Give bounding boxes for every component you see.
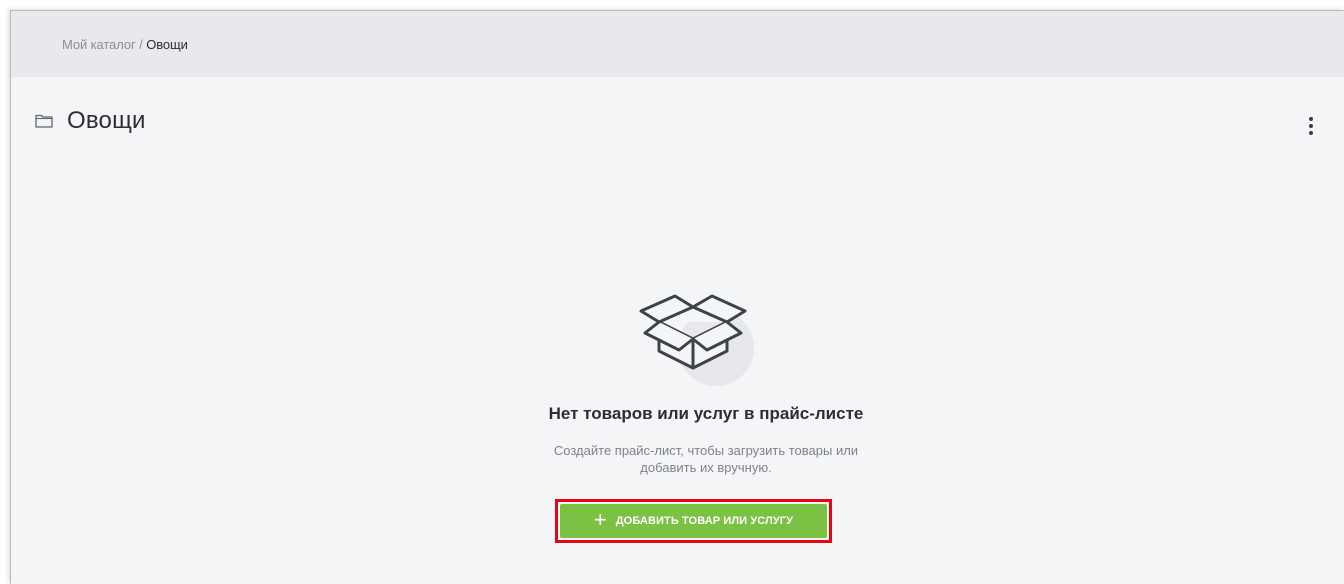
empty-state-description: Создайте прайс-лист, чтобы загрузить тов… [11,442,1344,476]
top-bar: Мой каталог / Овощи [11,11,1344,77]
open-box-icon [634,279,764,391]
empty-state-description-line-1: Создайте прайс-лист, чтобы загрузить тов… [553,443,859,458]
add-product-button-label: ДОБАВИТЬ ТОВАР ИЛИ УСЛУГУ [615,515,794,527]
more-options-button[interactable] [1303,113,1319,139]
folder-icon [35,114,53,128]
page-title: Овощи [67,107,146,134]
plus-icon: + [593,507,607,532]
breadcrumb-separator: / [135,37,147,52]
page-header: Овощи [35,107,146,135]
breadcrumb: Мой каталог / Овощи [62,37,188,52]
more-vertical-icon [1309,117,1313,121]
breadcrumb-root-link[interactable]: Мой каталог [62,37,136,52]
catalog-window: Мой каталог / Овощи Овощи Нет товаров ил… [10,10,1344,584]
empty-state-title: Нет товаров или услуг в прайс-листе [548,404,864,423]
breadcrumb-current: Овощи [146,37,188,52]
empty-state-description-line-2: добавить их вручную. [640,460,772,475]
add-product-button[interactable]: + ДОБАВИТЬ ТОВАР ИЛИ УСЛУГУ [560,504,827,538]
